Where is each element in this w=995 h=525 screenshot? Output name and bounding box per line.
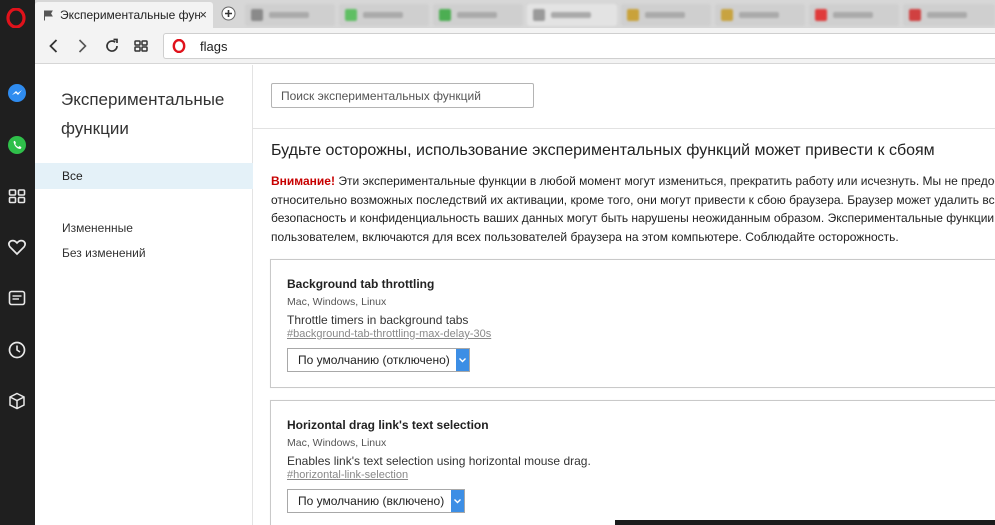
search-input[interactable] <box>271 83 534 108</box>
flags-main: Будьте осторожны, использование эксперим… <box>253 65 995 525</box>
tab-title: Экспериментальные функции <box>60 8 200 22</box>
flag-link[interactable]: #background-tab-throttling-max-delay-30s <box>287 328 491 340</box>
page-title: Экспериментальные функции <box>61 90 225 138</box>
flag-select-value: По умолчанию (отключено) <box>298 353 450 367</box>
chevron-down-icon[interactable] <box>456 349 469 371</box>
blurred-tab[interactable] <box>339 4 429 26</box>
blurred-tab[interactable] <box>245 4 335 26</box>
opera-sidebar <box>0 0 35 525</box>
news-icon[interactable] <box>6 287 28 309</box>
address-bar[interactable]: flags <box>163 33 995 59</box>
back-icon[interactable] <box>45 37 63 55</box>
nav-item-unchanged[interactable]: Без изменений <box>62 246 146 260</box>
address-toolbar: flags <box>35 28 995 64</box>
tab-strip: Экспериментальные функции × <box>35 0 995 28</box>
forward-icon[interactable] <box>73 37 91 55</box>
messenger-icon[interactable] <box>6 82 28 104</box>
warning-body: Эти экспериментальные функции в любой мо… <box>271 174 995 244</box>
whatsapp-icon[interactable] <box>6 134 28 156</box>
new-tab-icon[interactable] <box>221 6 236 21</box>
blurred-tab[interactable] <box>715 4 805 26</box>
blurred-tab[interactable] <box>433 4 523 26</box>
speed-dial-icon[interactable] <box>6 185 28 207</box>
opera-badge-icon <box>172 39 186 53</box>
close-icon[interactable]: × <box>199 8 207 21</box>
reload-icon[interactable] <box>103 37 121 55</box>
flag-card: Horizontal drag link's text selection Ma… <box>270 400 995 525</box>
nav-item-changed[interactable]: Измененные <box>62 221 133 235</box>
blurred-tab[interactable] <box>621 4 711 26</box>
flag-description: Throttle timers in background tabs <box>287 313 469 327</box>
blurred-tab[interactable] <box>903 4 995 26</box>
flag-link[interactable]: #horizontal-link-selection <box>287 469 408 481</box>
flag-select[interactable]: По умолчанию (включено) <box>287 489 465 513</box>
flag-description: Enables link's text selection using hori… <box>287 454 591 468</box>
tab-flags[interactable]: Экспериментальные функции × <box>35 2 213 28</box>
chevron-down-icon[interactable] <box>451 490 464 512</box>
flags-navigation: Экспериментальные функции Все Измененные… <box>35 65 253 525</box>
history-icon[interactable] <box>6 339 28 361</box>
blurred-tab[interactable] <box>527 4 617 26</box>
divider <box>253 128 995 129</box>
flag-platforms: Mac, Windows, Linux <box>287 296 387 308</box>
flag-card: Background tab throttling Mac, Windows, … <box>270 259 995 388</box>
flag-platforms: Mac, Windows, Linux <box>287 437 387 449</box>
blurred-tab[interactable] <box>809 4 899 26</box>
warning-title: Будьте осторожны, использование эксперим… <box>271 142 935 159</box>
flag-select[interactable]: По умолчанию (отключено) <box>287 348 470 372</box>
flag-title: Horizontal drag link's text selection <box>287 418 489 432</box>
warning-label: Внимание! <box>271 174 335 188</box>
flag-title: Background tab throttling <box>287 277 435 291</box>
nav-item-all[interactable]: Все <box>35 163 253 189</box>
flag-select-value: По умолчанию (включено) <box>298 494 445 508</box>
taskbar-edge <box>615 520 995 525</box>
cube-icon[interactable] <box>6 390 28 412</box>
speed-dial-grid-icon[interactable] <box>132 37 150 55</box>
opera-logo-icon[interactable] <box>6 8 26 28</box>
heart-icon[interactable] <box>6 236 28 258</box>
warning-text: Внимание! Эти экспериментальные функции … <box>271 172 995 246</box>
address-text[interactable]: flags <box>200 39 227 54</box>
flag-icon <box>44 10 53 20</box>
